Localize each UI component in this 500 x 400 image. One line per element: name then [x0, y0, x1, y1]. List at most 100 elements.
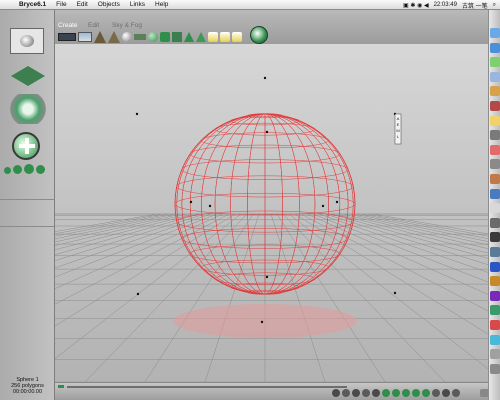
safari-icon[interactable]: [490, 42, 500, 53]
select-group-icon[interactable]: [432, 389, 440, 397]
create-pyramid-icon[interactable]: [184, 32, 194, 42]
addressbook-icon[interactable]: [490, 115, 500, 126]
menu-help[interactable]: Help: [150, 0, 173, 10]
app-icon-7[interactable]: [490, 290, 500, 301]
menu-objects[interactable]: Objects: [93, 0, 125, 10]
preview-icon[interactable]: [490, 130, 500, 141]
camera-cross-control-icon[interactable]: [8, 94, 48, 124]
select-all-icon[interactable]: [422, 389, 430, 397]
app-icon-1[interactable]: [490, 174, 500, 184]
clock[interactable]: 22:03:49: [434, 2, 457, 8]
create-terrain-mountain-icon[interactable]: [94, 31, 106, 43]
ichat-icon[interactable]: [490, 57, 500, 68]
spotlight-icon[interactable]: ⌕: [493, 2, 496, 9]
bounding-handle[interactable]: [265, 275, 269, 279]
create-radial-light-icon[interactable]: [232, 32, 242, 42]
ical-icon[interactable]: [490, 144, 500, 155]
viewport-canvas: A E M L: [55, 44, 500, 382]
create-stone-icon[interactable]: [108, 31, 120, 43]
create-palette: Create Edit Sky & Fog: [0, 10, 500, 44]
select-menu-icon[interactable]: [452, 389, 460, 397]
create-rock-icon[interactable]: [122, 32, 132, 42]
sphere-shadow: [173, 304, 357, 338]
input-method-indicator[interactable]: 古筑 一笔: [462, 1, 488, 10]
create-cube-icon[interactable]: [172, 32, 182, 42]
calendar-icon[interactable]: [490, 101, 500, 111]
app-icon-11[interactable]: [490, 349, 500, 360]
timeline-scrubber[interactable]: [67, 386, 347, 388]
create-menu-logo-icon[interactable]: [250, 26, 268, 44]
animation-bar: [55, 382, 500, 400]
create-sphere-icon[interactable]: [148, 32, 158, 42]
view-selection-controls: [332, 389, 488, 399]
tab-create[interactable]: Create: [58, 22, 78, 29]
menu-app[interactable]: Bryce6.1: [14, 0, 51, 10]
render-dot-icon[interactable]: [36, 165, 45, 174]
select-sphere-icon[interactable]: [382, 389, 390, 397]
app-icon-4[interactable]: [490, 217, 500, 228]
tab-edit[interactable]: Edit: [88, 22, 99, 29]
view-front-icon[interactable]: [362, 389, 370, 397]
bounding-handle[interactable]: [321, 204, 325, 208]
create-terrain-icon[interactable]: [78, 32, 92, 42]
itunes-icon[interactable]: [490, 86, 500, 97]
panel-divider: [0, 199, 55, 200]
attr-m-icon[interactable]: M: [396, 128, 399, 133]
create-cone-icon[interactable]: [196, 32, 206, 42]
select-path-icon[interactable]: [442, 389, 450, 397]
status-icons[interactable]: ▣ ✱ ◉ ◀: [403, 2, 429, 9]
app-icon-6[interactable]: [490, 247, 500, 257]
render-dot-icon[interactable]: [4, 167, 11, 174]
nano-preview[interactable]: [10, 28, 44, 54]
bounding-handle[interactable]: [393, 291, 397, 295]
dock: [488, 10, 500, 400]
select-light-icon[interactable]: [402, 389, 410, 397]
render-dot-icon[interactable]: [13, 165, 22, 174]
menu-links[interactable]: Links: [125, 0, 150, 10]
app-icon-10[interactable]: [490, 334, 500, 345]
render-dot-icon[interactable]: [24, 164, 34, 174]
app-icon-5[interactable]: [490, 232, 500, 243]
create-light-icon[interactable]: [208, 32, 218, 42]
mail-icon[interactable]: [490, 71, 500, 82]
select-terrain-icon[interactable]: [392, 389, 400, 397]
menu-edit[interactable]: Edit: [72, 0, 93, 10]
bounding-handle[interactable]: [335, 200, 339, 204]
select-camera-icon[interactable]: [412, 389, 420, 397]
app-icon-2[interactable]: [490, 188, 500, 199]
timeline-start-icon[interactable]: [58, 385, 64, 388]
panel-divider: [0, 226, 55, 227]
view-control-icon[interactable]: [11, 66, 45, 86]
preview-thumbnail-icon: [20, 35, 34, 47]
illustrator-icon[interactable]: [490, 276, 500, 287]
finder-icon[interactable]: [490, 28, 500, 38]
create-spotlight-icon[interactable]: [220, 32, 230, 42]
view-director-icon[interactable]: [342, 389, 350, 397]
bounding-handle[interactable]: [263, 76, 267, 80]
create-water-plane-icon[interactable]: [58, 33, 76, 41]
trash-icon[interactable]: [490, 363, 500, 374]
photoshop-icon[interactable]: [490, 261, 500, 272]
bounding-handle[interactable]: [189, 200, 193, 204]
bounding-handle[interactable]: [136, 292, 140, 296]
menu-file[interactable]: File: [51, 0, 71, 10]
render-controls: [4, 164, 50, 178]
bounding-handle[interactable]: [135, 112, 139, 116]
bounding-handle[interactable]: [260, 320, 264, 324]
view-camera-icon[interactable]: [332, 389, 340, 397]
app-icon-8[interactable]: [490, 305, 500, 316]
create-cylinder-icon[interactable]: [160, 32, 170, 42]
create-tree-icon[interactable]: [134, 34, 146, 40]
scene-viewport[interactable]: A E M L: [55, 44, 500, 382]
bounding-handle[interactable]: [208, 204, 212, 208]
bounding-handle[interactable]: [265, 130, 269, 134]
tab-sky-fog[interactable]: Sky & Fog: [112, 22, 142, 29]
app-icon-3[interactable]: [490, 203, 500, 214]
view-side-icon[interactable]: [372, 389, 380, 397]
attr-a-icon[interactable]: A: [397, 116, 400, 121]
system-preferences-icon[interactable]: [490, 159, 500, 170]
app-icon-9[interactable]: [490, 320, 500, 330]
camera-trackball-icon[interactable]: [12, 132, 40, 160]
attr-e-icon[interactable]: E: [397, 122, 400, 127]
view-top-icon[interactable]: [352, 389, 360, 397]
